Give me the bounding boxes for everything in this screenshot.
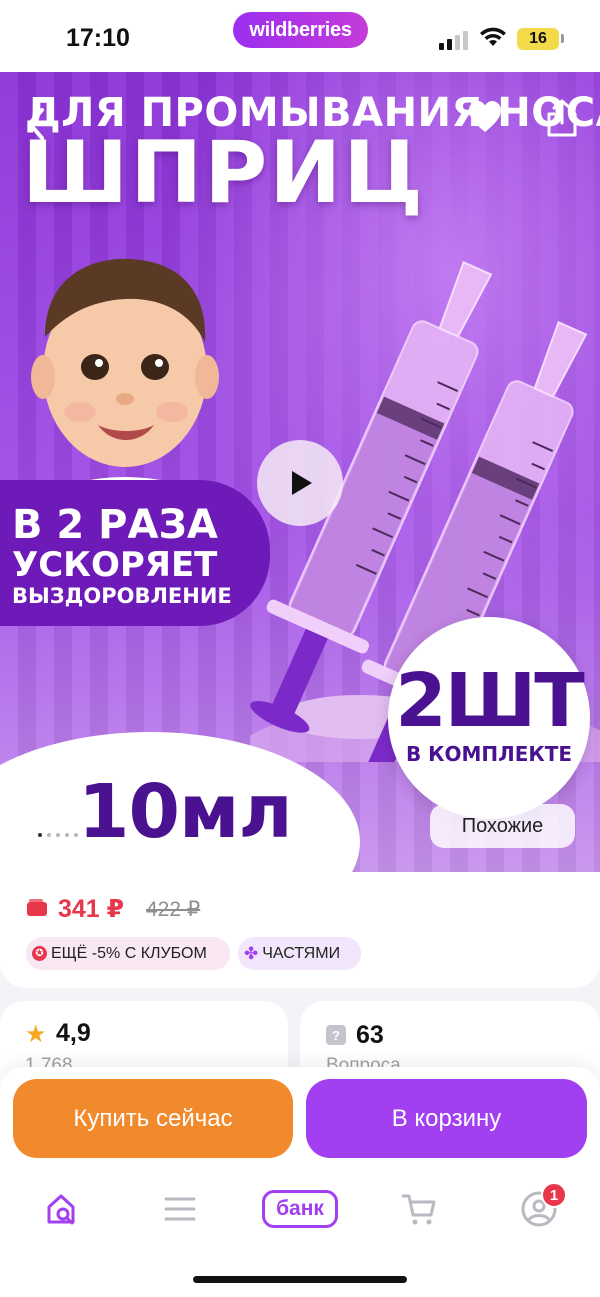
- share-icon[interactable]: [543, 98, 581, 138]
- signal-icon: [439, 30, 469, 50]
- old-price: 422 ₽: [146, 898, 201, 921]
- star-icon: ★: [25, 1021, 47, 1048]
- status-time: 17:10: [66, 24, 130, 52]
- nav-bank[interactable]: банк: [262, 1190, 338, 1228]
- gallery-pagination: [38, 833, 78, 837]
- question-icon: ?: [326, 1025, 346, 1045]
- nav-cart[interactable]: [394, 1185, 444, 1233]
- catalog-menu-icon: [164, 1197, 196, 1221]
- pagination-dot[interactable]: [47, 833, 51, 837]
- nav-home[interactable]: [36, 1185, 86, 1233]
- product-gallery[interactable]: ДЛЯ ПРОМЫВАНИЯ НОСА ШПРИЦ В 2 РАЗА УСКОР…: [0, 72, 600, 872]
- wifi-icon: [480, 27, 506, 46]
- nav-catalog[interactable]: [155, 1185, 205, 1233]
- similar-button[interactable]: Похожие: [430, 804, 575, 848]
- clover-icon: ✤: [244, 943, 259, 963]
- club-icon: ✪: [32, 946, 47, 961]
- wildberries-badge[interactable]: wildberries: [233, 12, 368, 48]
- wallet-icon: [27, 899, 47, 916]
- pagination-dot[interactable]: [74, 833, 78, 837]
- status-bar: 17:10 wildberries 16: [0, 0, 600, 72]
- pieces-count: 2ШТ: [395, 658, 584, 744]
- price-card: [0, 872, 600, 988]
- add-to-cart-button[interactable]: В корзину: [306, 1079, 587, 1158]
- promo-line-2: УСКОРЯЕТ: [12, 545, 218, 585]
- battery-icon: 16: [517, 28, 559, 50]
- club-chip-label: ЕЩЁ -5% С КЛУБОМ: [51, 944, 207, 962]
- installments-chip-label: ЧАСТЯМИ: [262, 944, 341, 962]
- notification-badge: 1: [541, 1182, 567, 1208]
- pieces-caption: В КОМПЛЕКТЕ: [405, 742, 573, 766]
- pagination-dot[interactable]: [65, 833, 69, 837]
- club-discount-chip[interactable]: ✪ ЕЩЁ -5% С КЛУБОМ: [26, 937, 230, 970]
- installments-chip[interactable]: ✤ ЧАСТЯМИ: [238, 937, 361, 970]
- rating-value: 4,9: [56, 1019, 91, 1047]
- home-search-icon: [47, 1194, 75, 1225]
- promo-line-1: В 2 РАЗА: [12, 502, 218, 548]
- cart-icon: [401, 1194, 436, 1225]
- volume-label: 10мл: [78, 769, 293, 855]
- buy-now-button[interactable]: Купить сейчас: [13, 1079, 293, 1158]
- heart-icon[interactable]: [466, 98, 504, 136]
- pagination-dot[interactable]: [38, 833, 42, 837]
- home-indicator: [193, 1276, 407, 1283]
- promo-line-3: ВЫЗДОРОВЛЕНИЕ: [12, 584, 232, 608]
- back-icon[interactable]: [22, 104, 52, 144]
- current-price: 341 ₽: [58, 895, 125, 923]
- questions-count: 63: [356, 1021, 384, 1049]
- play-icon: [292, 471, 312, 495]
- play-video-button[interactable]: [257, 440, 343, 526]
- battery-nub: [561, 34, 564, 43]
- pagination-dot[interactable]: [56, 833, 60, 837]
